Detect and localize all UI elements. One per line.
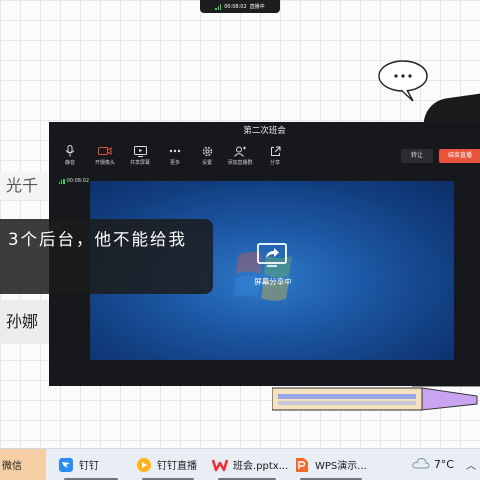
screen-share-icon — [126, 144, 154, 158]
taskbar-item-dingtalk-live[interactable]: 钉钉直播 — [130, 449, 206, 480]
toolbar-label: 更多 — [169, 160, 180, 166]
settings-button[interactable]: 设置 — [193, 144, 221, 168]
taskbar-item-wechat[interactable]: 微信 — [0, 448, 46, 480]
slide-name-label: 光千 — [0, 172, 50, 200]
taskbar-label: 班会.pptx... — [233, 461, 289, 472]
taskbar-item-dingtalk[interactable]: 钉钉 — [52, 449, 130, 480]
book-decoration — [272, 386, 480, 411]
temperature: 7°C — [433, 458, 454, 471]
signal-icon — [59, 178, 65, 184]
share-screen-button[interactable]: 共享屏幕 — [126, 144, 154, 168]
mute-button[interactable]: 静音 — [56, 144, 84, 168]
taskbar-label: 钉钉 — [79, 461, 99, 472]
meeting-timer-text: 00:08:02 — [66, 178, 90, 184]
taskbar-item-pptx[interactable]: 班会.pptx... — [206, 449, 288, 480]
add-group-icon — [226, 144, 254, 158]
camera-icon — [91, 144, 119, 158]
end-live-button[interactable]: 结束直播 — [439, 149, 480, 163]
slide-name-label: 孙娜 — [0, 300, 50, 344]
live-status-text: 直播中 — [249, 4, 265, 10]
meeting-timer: 00:08:02 — [59, 178, 89, 184]
taskbar-label: 钉钉直播 — [157, 461, 197, 472]
dingtalk-icon — [58, 457, 74, 473]
signal-icon — [215, 3, 222, 10]
running-indicator — [142, 477, 194, 480]
share-link-button[interactable]: 分享 — [261, 144, 289, 168]
chevron-up-icon[interactable]: ︿ — [466, 457, 476, 472]
toolbar-label: 分享 — [269, 160, 280, 166]
live-icon — [136, 457, 152, 473]
more-button[interactable]: 更多 — [161, 144, 189, 168]
live-subtitle: 3个后台，他不能给我 — [0, 219, 213, 294]
wps-presentation-icon — [212, 457, 228, 473]
screen-share-icon — [257, 243, 287, 267]
cloud-icon — [412, 457, 430, 472]
live-timer: 00:08:02 — [224, 3, 247, 10]
toolbar-label: 设置 — [201, 160, 212, 166]
taskbar-item-wps[interactable]: WPS演示... — [288, 449, 374, 480]
gear-icon — [193, 144, 221, 158]
microphone-icon — [56, 144, 84, 158]
add-live-group-button[interactable]: 添加直播群 — [226, 144, 254, 168]
running-indicator — [64, 477, 118, 480]
meeting-title: 第二次班会 — [243, 126, 286, 136]
share-out-icon — [261, 144, 289, 158]
toolbar-label: 静音 — [64, 160, 75, 166]
running-indicator — [218, 477, 276, 480]
taskbar-label: 微信 — [2, 461, 22, 472]
taskbar-label: WPS演示... — [315, 461, 367, 472]
camera-button[interactable]: 开摄像头 — [91, 144, 119, 168]
live-status-pill[interactable]: 00:08:02 直播中 — [200, 0, 280, 13]
transfer-button[interactable]: 转让 — [401, 149, 433, 163]
toolbar-label: 共享屏幕 — [129, 160, 150, 166]
more-dots-icon — [161, 144, 189, 158]
running-indicator — [300, 477, 362, 480]
weather-widget[interactable]: 7°C ︿ — [412, 457, 480, 472]
screen-share-status: 屏幕分享中 — [254, 277, 292, 286]
toolbar-label: 添加直播群 — [227, 160, 253, 166]
windows-taskbar: 微信 钉钉 钉钉直播 班会.pptx... WPS演示... 7°C ︿ — [0, 448, 480, 480]
toolbar-label: 开摄像头 — [94, 160, 115, 166]
wps-icon — [294, 457, 310, 473]
speech-bubble-icon — [378, 60, 428, 102]
